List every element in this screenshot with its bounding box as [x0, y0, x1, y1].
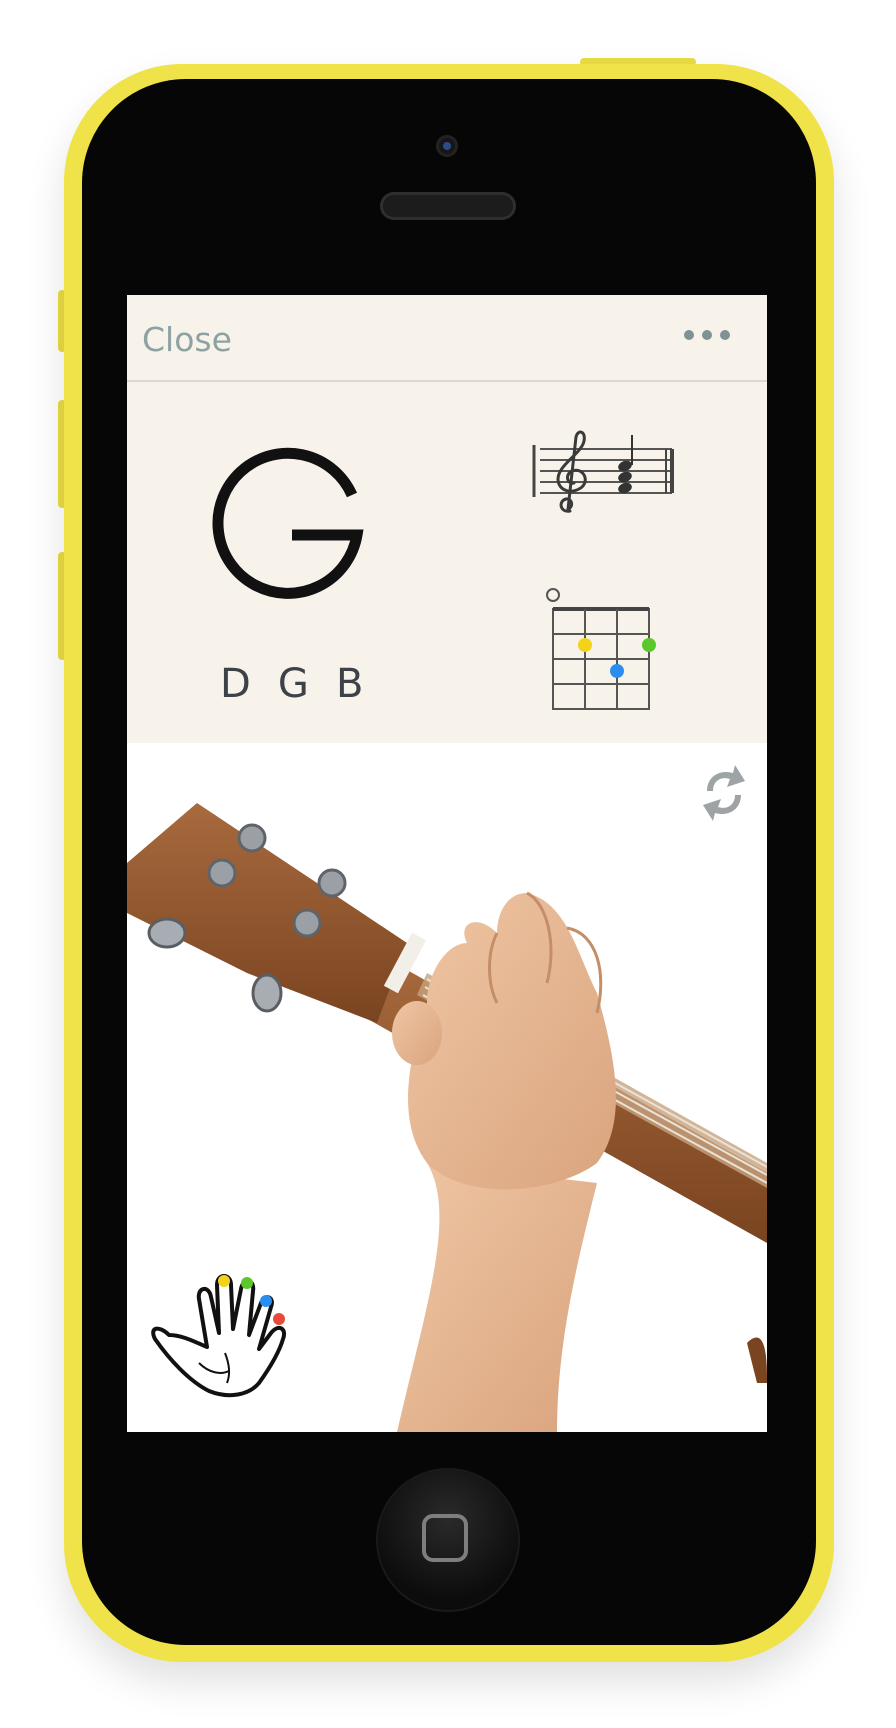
close-button[interactable]: Close — [142, 320, 232, 359]
camera-icon — [436, 135, 458, 157]
home-button[interactable] — [378, 1470, 518, 1610]
refresh-icon[interactable] — [699, 761, 749, 825]
open-string-marker — [546, 588, 560, 602]
finger-dot-yellow — [578, 638, 592, 652]
hand-fingers-icon — [151, 1274, 286, 1398]
home-square-icon — [422, 1514, 468, 1562]
screen: Close G D G B — [127, 295, 767, 1432]
top-bar: Close — [127, 295, 767, 382]
finger-dot-blue — [610, 664, 624, 678]
more-horizontal-icon[interactable] — [682, 320, 742, 350]
ukulele-chord-diagram-icon[interactable] — [545, 585, 657, 715]
chord-name: G — [212, 447, 364, 599]
chord-card: Close G D G B — [127, 295, 767, 743]
ukulele-hand-photo — [127, 743, 767, 1432]
treble-clef-chord-icon[interactable] — [532, 427, 677, 517]
chord-notes: D G B — [220, 661, 371, 707]
speaker-grille — [380, 192, 516, 220]
finger-dot-green — [642, 638, 656, 652]
stage: Close G D G B — [0, 0, 896, 1728]
